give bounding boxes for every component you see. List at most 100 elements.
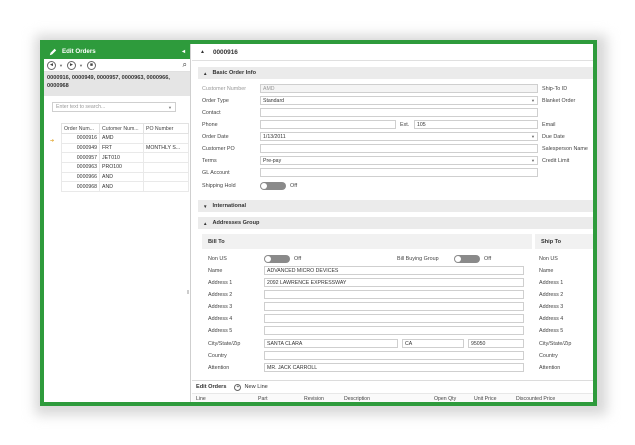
bill-address4-label: Address 4: [208, 316, 233, 322]
ext-field[interactable]: 105: [414, 120, 538, 129]
table-row[interactable]: 0000957 JET010: [61, 152, 189, 164]
column-header-unit-price[interactable]: Unit Price: [474, 396, 497, 402]
column-header-open-qty[interactable]: Open Qty: [434, 396, 456, 402]
document-title: 0000916: [212, 48, 238, 56]
gl-account-field[interactable]: [260, 168, 538, 177]
ship-city-state-zip-label: City/State/Zip: [539, 341, 572, 347]
ship-to-id-label: Ship-To ID: [542, 86, 568, 92]
order-lines-header: Line Part Revision Description Open Qty …: [192, 393, 593, 402]
ship-address2-label: Address 2: [539, 292, 564, 298]
collapse-document-icon[interactable]: ▲: [200, 49, 205, 55]
table-row[interactable]: 0000916 AMD: [61, 133, 189, 144]
chevron-down-icon: ▼: [531, 98, 535, 103]
column-header-revision[interactable]: Revision: [304, 396, 324, 402]
back-dropdown-icon[interactable]: ▼: [59, 63, 63, 68]
section-basic-order-info[interactable]: ▲ Basic Order Info: [198, 67, 593, 79]
panel-splitter-handle[interactable]: ‖: [187, 290, 189, 296]
column-header-customer-number[interactable]: Cutomer Num...: [99, 123, 144, 134]
section-expand-icon: ▼: [203, 203, 208, 209]
cell-po: MONTHLY S...: [143, 142, 189, 154]
terms-label: Terms: [202, 158, 217, 164]
table-row[interactable]: 0000968 AND: [61, 181, 189, 193]
order-type-select[interactable]: Standard ▼: [260, 96, 538, 105]
ship-address3-label: Address 3: [539, 304, 564, 310]
column-header-description[interactable]: Description: [344, 396, 370, 402]
shipping-hold-toggle[interactable]: [260, 182, 286, 190]
table-row[interactable]: 0000949 FRT MONTHLY S...: [61, 142, 189, 154]
customer-number-field[interactable]: AMD: [260, 84, 538, 93]
cell-order: 0000966: [61, 171, 100, 183]
order-lines-title: Edit Orders: [196, 384, 227, 390]
forward-icon[interactable]: ►: [66, 60, 76, 70]
collapse-panel-icon[interactable]: ◂: [182, 48, 185, 55]
phone-field[interactable]: [260, 120, 396, 129]
bill-address3-field[interactable]: [264, 302, 524, 311]
customer-po-label: Customer PO: [202, 146, 235, 152]
due-date-label: Due Date: [542, 134, 565, 140]
gl-account-label: GL Account: [202, 170, 230, 176]
add-icon[interactable]: +: [234, 383, 242, 391]
app-window: Edit Orders ◂ ◄ ▼ ► ▼ ■ ⌕ 0000916, 00009…: [40, 40, 597, 406]
customer-number-label: Customer Number: [202, 86, 247, 92]
bill-name-label: Name: [208, 268, 223, 274]
bill-country-label: Country: [208, 353, 227, 359]
ship-attention-label: Attention: [539, 365, 561, 371]
bill-buying-group-state: Off: [484, 256, 492, 262]
bill-attention-field[interactable]: MR. JACK CARROLL: [264, 363, 524, 372]
cell-order: 0000957: [61, 152, 100, 164]
order-type-value: Standard: [263, 97, 285, 104]
bill-buying-group-toggle[interactable]: [454, 255, 480, 263]
table-row[interactable]: 0000963 PRO100: [61, 162, 189, 173]
cell-customer: FRT: [99, 142, 144, 154]
bill-city-field[interactable]: SANTA CLARA: [264, 339, 398, 348]
credit-limit-label: Credit Limit: [542, 158, 570, 164]
column-header-order-number[interactable]: Order Num...: [61, 123, 100, 134]
ship-country-label: Country: [539, 353, 558, 359]
column-header-part[interactable]: Part: [258, 396, 268, 402]
section-addresses-group[interactable]: ▲ Addresses Group: [198, 217, 593, 229]
table-row[interactable]: 0000966 AND: [61, 171, 189, 183]
email-label: Email: [542, 122, 556, 128]
section-title: International: [212, 203, 247, 209]
bill-to-header: Bill To: [202, 234, 532, 249]
back-icon[interactable]: ◄: [47, 60, 56, 70]
cell-customer: AND: [99, 171, 144, 183]
section-international[interactable]: ▼ International: [198, 200, 593, 212]
grid-search-input[interactable]: Enter text to search... ▼: [52, 102, 176, 112]
column-header-line[interactable]: Line: [196, 396, 206, 402]
search-icon[interactable]: ⌕: [183, 60, 187, 70]
bill-address5-field[interactable]: [264, 326, 524, 335]
bill-name-field[interactable]: ADVANCED MICRO DEVICES: [264, 266, 524, 275]
bill-country-field[interactable]: [264, 351, 524, 360]
bill-address1-field[interactable]: 2092 LAWRENCE EXPRESSWAY: [264, 278, 524, 287]
contact-field[interactable]: [260, 108, 538, 117]
bill-buying-group-label: Bill Buying Group: [397, 256, 439, 262]
chevron-down-icon: ▼: [531, 158, 535, 163]
bill-non-us-state: Off: [294, 256, 302, 262]
bill-zip-field[interactable]: 95050: [468, 339, 524, 348]
bill-address4-field[interactable]: [264, 314, 524, 323]
customer-po-field[interactable]: [260, 144, 538, 153]
forward-dropdown-icon[interactable]: ▼: [79, 63, 83, 68]
bill-city-state-zip-label: City/State/Zip: [208, 341, 241, 347]
terms-select[interactable]: Pre-pay ▼: [260, 156, 538, 165]
order-date-picker[interactable]: 1/13/2011 ▼: [260, 132, 538, 141]
chevron-down-icon: ▼: [531, 134, 535, 139]
bill-address2-field[interactable]: [264, 290, 524, 299]
order-date-label: Order Date: [202, 134, 229, 140]
bill-non-us-toggle[interactable]: [264, 255, 290, 263]
cell-customer: AMD: [99, 133, 144, 144]
column-header-po-number[interactable]: PO Number: [143, 123, 189, 134]
column-header-discounted-price[interactable]: Discounted Price: [516, 396, 555, 402]
stop-icon[interactable]: ■: [86, 60, 96, 70]
new-line-button[interactable]: New Line: [244, 384, 267, 390]
bill-state-field[interactable]: CA: [402, 339, 464, 348]
left-panel-title: Edit Orders: [62, 48, 96, 55]
blanket-order-label: Blanket Order: [542, 98, 576, 104]
ship-address1-label: Address 1: [539, 280, 564, 286]
terms-value: Pre-pay: [263, 157, 282, 164]
search-dropdown-icon[interactable]: ▼: [168, 105, 172, 110]
cell-po: [143, 181, 189, 193]
ext-label: Ext.: [400, 122, 410, 128]
orders-grid: Order Num... Cutomer Num... PO Number 00…: [61, 123, 189, 193]
